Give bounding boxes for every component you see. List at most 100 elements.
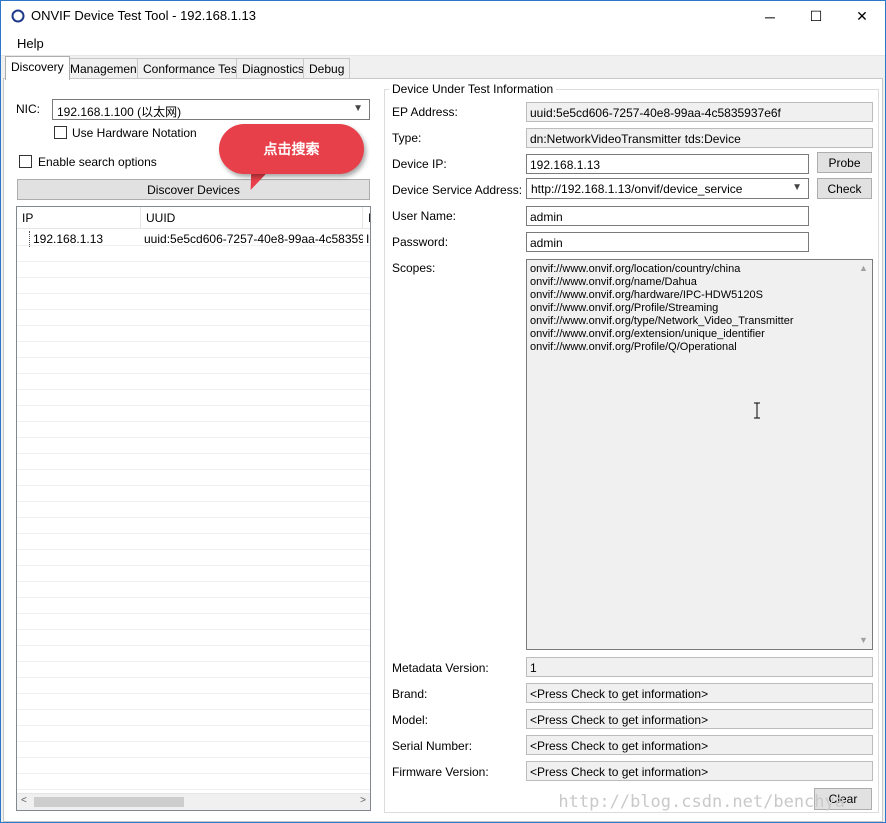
table-row [17,263,370,278]
minimize-button[interactable]: ─ [747,1,793,32]
scroll-left-icon[interactable]: < [21,795,27,806]
type-field[interactable]: dn:NetworkVideoTransmitter tds:Device [526,128,873,148]
check-button[interactable]: Check [817,178,872,199]
device-list[interactable]: IP UUID I 192.168.1.13uuid:5e5cd606-7257… [16,206,371,811]
column-header-extra[interactable]: I [363,207,370,229]
annotation-callout: 点击搜索 [219,124,364,174]
dut-group-title: Device Under Test Information [389,82,557,96]
table-row [17,359,370,374]
user-name-field[interactable]: admin [526,206,809,226]
table-row [17,743,370,758]
scope-line: onvif://www.onvif.org/Profile/Streaming [530,302,719,314]
scope-line: onvif://www.onvif.org/location/country/c… [530,263,741,275]
table-row[interactable]: 192.168.1.13 uuid:5e5cd606-7257-40e8-99aa… [17,231,370,247]
text-cursor-icon [754,402,760,419]
model-field[interactable]: <Press Check to get information> [526,709,873,729]
table-row [17,407,370,422]
column-header-uuid[interactable]: UUID [141,207,363,229]
firmware-version-field[interactable]: <Press Check to get information> [526,761,873,781]
device-extra-cell: I [366,232,370,246]
scope-line: onvif://www.onvif.org/name/Dahua [530,276,697,288]
table-row [17,663,370,678]
tab-discovery[interactable]: Discovery [5,56,70,80]
menu-help[interactable]: Help [17,36,44,51]
scopes-vertical-scrollbar[interactable]: ▲ ▼ [855,260,872,649]
ep-address-label: EP Address: [392,105,458,119]
firmware-version-label: Firmware Version: [392,765,489,779]
scopes-textarea[interactable]: onvif://www.onvif.org/location/country/c… [526,259,873,650]
metadata-version-field[interactable]: 1 [526,657,873,677]
table-row [17,455,370,470]
table-row [17,247,370,262]
table-row [17,759,370,774]
column-header-ip[interactable]: IP [17,207,141,229]
table-row [17,647,370,662]
table-row [17,279,370,294]
table-row [17,679,370,694]
nic-label: NIC: [16,102,40,116]
model-label: Model: [392,713,429,727]
type-label: Type: [392,131,422,145]
table-row [17,583,370,598]
scroll-down-icon[interactable]: ▼ [859,634,868,647]
maximize-button[interactable]: ☐ [793,1,839,32]
table-row [17,519,370,534]
scope-line: onvif://www.onvif.org/Profile/Q/Operatio… [530,341,737,353]
close-button[interactable]: ✕ [839,1,885,32]
table-row [17,327,370,342]
brand-field[interactable]: <Press Check to get information> [526,683,873,703]
probe-button[interactable]: Probe [817,152,872,173]
table-row [17,727,370,742]
table-row [17,711,370,726]
password-label: Password: [392,235,449,249]
device-ip-field[interactable]: 192.168.1.13 [526,154,809,174]
table-row [17,295,370,310]
app-window: ONVIF Device Test Tool - 192.168.1.13 ─ … [0,0,886,823]
device-service-address-select[interactable]: http://192.168.1.13/onvif/device_service… [526,178,809,199]
nic-select[interactable]: 192.168.1.100 (以太网) ▼ [52,99,370,120]
enable-search-options-label: Enable search options [38,155,157,169]
table-row [17,775,370,790]
chevron-down-icon: ▼ [353,103,363,114]
scope-line: onvif://www.onvif.org/type/Network_Video… [530,315,794,327]
tab-management[interactable]: Management [64,58,147,79]
maximize-icon: ☐ [809,8,823,24]
table-row [17,503,370,518]
scopes-list: onvif://www.onvif.org/location/country/c… [530,263,852,354]
device-service-address-label: Device Service Address: [392,183,523,197]
serial-number-field[interactable]: <Press Check to get information> [526,735,873,755]
serial-number-label: Serial Number: [392,739,473,753]
device-service-address-value: http://192.168.1.13/onvif/device_service [531,182,743,196]
table-row [17,311,370,326]
tab-conformance-test[interactable]: Conformance Test [137,58,247,79]
scroll-up-icon[interactable]: ▲ [859,262,868,275]
metadata-version-label: Metadata Version: [392,661,489,675]
table-row [17,423,370,438]
menu-bar: Help [1,32,885,56]
scopes-label: Scopes: [392,261,436,275]
discover-devices-button[interactable]: Discover Devices [17,179,370,200]
tab-debug[interactable]: Debug [303,58,351,79]
table-row [17,551,370,566]
nic-select-value: 192.168.1.100 (以太网) [57,105,182,119]
table-row [17,631,370,646]
table-row [17,439,370,454]
enable-search-options-checkbox[interactable] [19,155,32,168]
table-row [17,695,370,710]
horizontal-scrollbar[interactable]: < > [17,793,370,810]
watermark-text: http://blog.csdn.net/benchya [558,792,845,812]
scroll-right-icon[interactable]: > [360,795,366,806]
scrollbar-thumb[interactable] [34,797,184,807]
use-hardware-notation-label: Use Hardware Notation [72,126,197,140]
chevron-down-icon: ▼ [792,182,802,193]
close-icon: ✕ [856,8,868,24]
window-title: ONVIF Device Test Tool - 192.168.1.13 [31,8,256,23]
user-name-label: User Name: [392,209,457,223]
ep-address-field[interactable]: uuid:5e5cd606-7257-40e8-99aa-4c5835937e6… [526,102,873,122]
password-field[interactable]: admin [526,232,809,252]
app-icon [11,9,25,23]
use-hardware-notation-checkbox[interactable] [54,126,67,139]
scope-line: onvif://www.onvif.org/extension/unique_i… [530,328,765,340]
tab-diagnostics[interactable]: Diagnostics [236,58,311,79]
title-bar[interactable]: ONVIF Device Test Tool - 192.168.1.13 ─ … [1,1,885,32]
